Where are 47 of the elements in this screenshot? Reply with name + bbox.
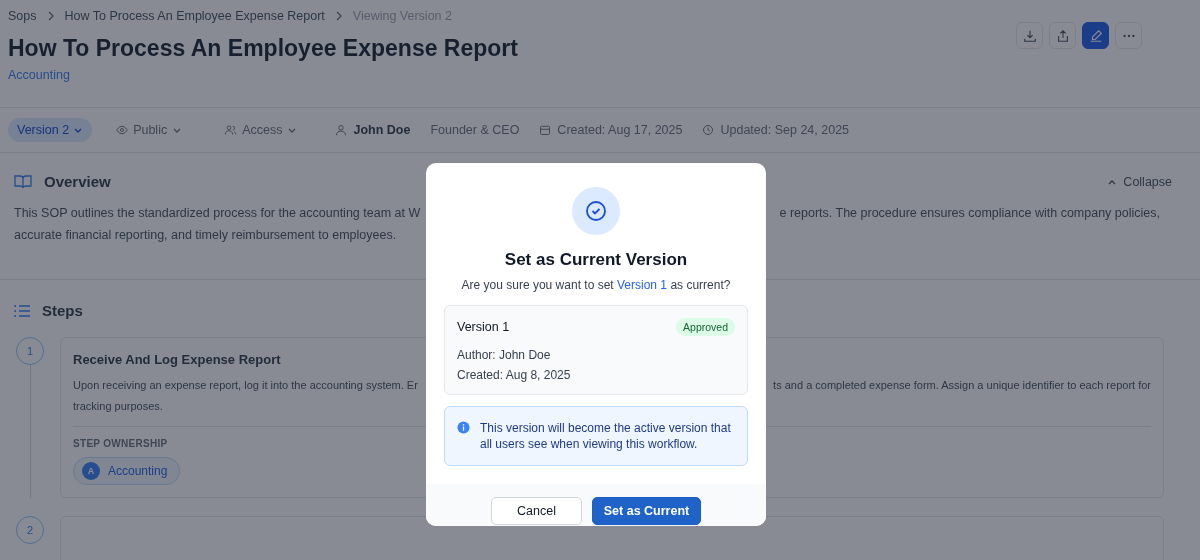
overview-text: e reports. The procedure ensures compliance with company policies, — [779, 206, 1160, 220]
section-title: Overview — [44, 173, 111, 190]
access-select[interactable]: Access — [220, 119, 302, 141]
confirm-button[interactable]: Set as Current — [592, 497, 701, 525]
version-created: Created: Aug 8, 2025 — [457, 368, 572, 382]
step-description: ts and a completed expense form. Assign a unique identifier to each report for — [773, 379, 1151, 391]
users-icon — [224, 124, 238, 136]
overview-text: This SOP outlines the standardized process for the accounting team at W — [14, 206, 421, 220]
updated-date: Updated: Sep 24, 2025 — [720, 123, 850, 137]
clock-icon — [702, 124, 715, 136]
dialog-message: Are you sure you want to set Version 1 as current? — [461, 278, 731, 292]
collapse-button[interactable]: Collapse — [1101, 173, 1178, 190]
step-description: Upon receiving an expense report, log it into the accounting system. Er — [73, 379, 418, 391]
pencil-icon — [1088, 28, 1103, 43]
check-circle-icon — [572, 187, 620, 235]
calendar-icon — [539, 124, 552, 136]
download-icon — [1022, 28, 1037, 43]
edit-button[interactable] — [1082, 22, 1109, 49]
version-link[interactable]: Version 1 — [617, 278, 668, 292]
eye-icon — [116, 124, 129, 136]
author-name: John Doe — [353, 123, 411, 137]
share-icon — [1055, 28, 1070, 43]
visibility-select[interactable]: Public — [112, 119, 187, 141]
author-role: Founder & CEO — [430, 123, 520, 137]
owner-avatar: A — [82, 462, 100, 480]
step-title: Receive And Log Expense Report — [73, 352, 281, 367]
category-link[interactable]: Accounting — [8, 68, 70, 82]
info-icon — [457, 421, 470, 434]
list-icon — [14, 304, 30, 317]
download-button[interactable] — [1016, 22, 1043, 49]
step-description: tracking purposes. — [73, 400, 163, 412]
version-author: Author: John Doe — [457, 348, 552, 362]
breadcrumb-link[interactable]: How To Process An Employee Expense Report — [64, 9, 325, 23]
dialog-title: Set as Current Version — [504, 250, 688, 270]
book-icon — [14, 174, 32, 189]
section-title: Steps — [42, 302, 83, 319]
page-title: How To Process An Employee Expense Report — [8, 35, 518, 62]
created-date: Created: Aug 17, 2025 — [557, 123, 683, 137]
share-button[interactable] — [1049, 22, 1076, 49]
breadcrumb-link[interactable]: Sops — [8, 9, 37, 23]
status-badge: Approved — [676, 318, 735, 336]
overview-text: accurate financial reporting, and timely reimbursement to employees. — [14, 228, 397, 242]
version-select[interactable]: Version 2 — [8, 118, 93, 142]
version-name: Version 1 — [457, 320, 510, 334]
cancel-button[interactable]: Cancel — [491, 497, 582, 525]
owner-chip[interactable]: A Accounting — [73, 457, 181, 485]
user-icon — [335, 124, 348, 136]
